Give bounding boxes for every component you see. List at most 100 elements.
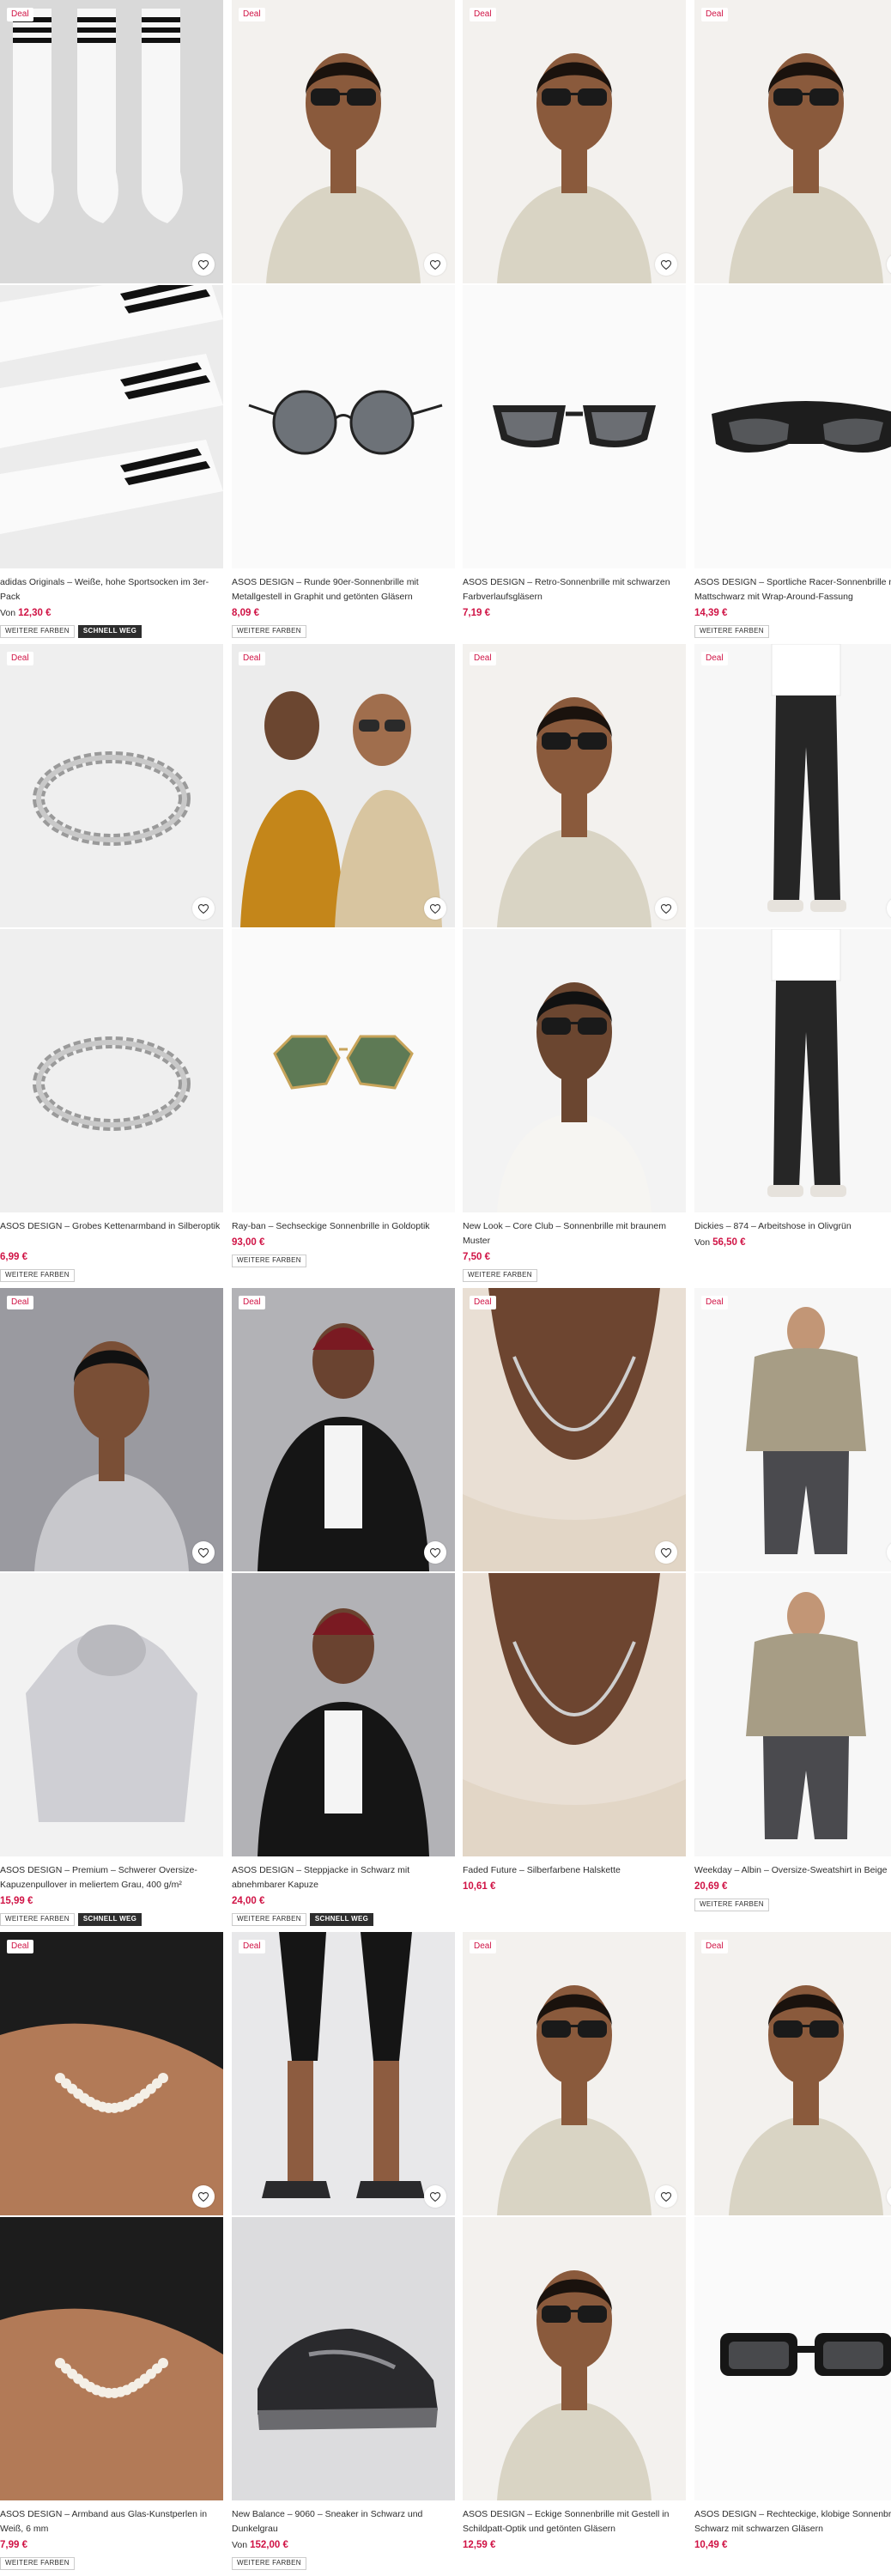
price-value: 12,59 €	[463, 2540, 496, 2550]
product-card[interactable]: Deal ASOS DESIGN – Eckige Sonnenbrille mi…	[463, 1932, 686, 2576]
save-for-later-button[interactable]	[655, 897, 677, 920]
necklace-closeup-image[interactable]	[463, 1573, 686, 1856]
product-title[interactable]: ASOS DESIGN – Rechteckige, klobige Sonne…	[694, 2507, 891, 2537]
product-card[interactable]: Deal ASOS DESIGN – Grobes Kettenarmband i…	[0, 644, 223, 1288]
hoodie-model-image[interactable]: Deal	[0, 1288, 223, 1571]
model-sunglasses-image[interactable]: Deal	[232, 0, 455, 283]
price-value: 10,49 €	[694, 2540, 728, 2550]
price-value: 8,09 €	[232, 608, 259, 618]
retro-sunglasses-image[interactable]	[463, 285, 686, 568]
model-sunglasses-image[interactable]: Deal	[463, 644, 686, 927]
product-title[interactable]: Weekday – Albin – Oversize-Sweatshirt in…	[694, 1863, 891, 1878]
product-title[interactable]: ASOS DESIGN – Premium – Schwerer Oversiz…	[0, 1863, 223, 1893]
heart-icon	[660, 2191, 672, 2202]
selling-fast-badge: SCHNELL WEG	[309, 1913, 374, 1926]
save-for-later-button[interactable]	[655, 1541, 677, 1564]
product-title[interactable]: ASOS DESIGN – Armband aus Glas-Kunstperl…	[0, 2507, 223, 2537]
price-value: 56,50 €	[712, 1237, 746, 1248]
model-sunglasses-image[interactable]: Deal	[463, 0, 686, 283]
price-row: 15,99 €	[0, 1896, 33, 1906]
necklace-closeup-image[interactable]: Deal	[463, 1288, 686, 1571]
bracelet-product-image[interactable]	[0, 929, 223, 1212]
product-tags: WEITERE FARBEN	[232, 2557, 306, 2570]
model-sunglasses-image[interactable]: Deal	[694, 1932, 891, 2215]
product-card[interactable]: Deal ASOS DESIGN – Premium – Schwerer Ove…	[0, 1288, 223, 1932]
product-title[interactable]: ASOS DESIGN – Eckige Sonnenbrille mit Ge…	[463, 2507, 686, 2537]
product-card[interactable]: Deal ASOS DESIGN – Armband aus Glas-Kunst…	[0, 1932, 223, 2576]
heart-icon	[660, 903, 672, 914]
deal-badge: Deal	[470, 1940, 496, 1953]
round-sunglasses-image[interactable]	[232, 285, 455, 568]
product-card[interactable]: Deal ASOS DESIGN – Rechteckige, klobige S…	[694, 1932, 891, 2576]
deal-badge: Deal	[470, 1296, 496, 1309]
trousers-model-image[interactable]: Deal	[694, 644, 891, 927]
jacket-model-image[interactable]: Deal	[232, 1288, 455, 1571]
deal-badge: Deal	[701, 652, 728, 665]
price-row: 93,00 €	[232, 1237, 264, 1248]
model-sunglasses-image[interactable]: Deal	[463, 1932, 686, 2215]
deal-badge: Deal	[701, 1940, 728, 1953]
product-card[interactable]: Deal ASOS DESIGN – Runde 90er-Sonnenbrill…	[232, 0, 455, 644]
product-card[interactable]: Deal adidas Originals – Weiße, hohe Sport…	[0, 0, 223, 644]
product-title[interactable]: Faded Future – Silberfarbene Halskette	[463, 1863, 686, 1878]
product-card[interactable]: Deal ASOS DESIGN – Retro-Sonnenbrille mit…	[463, 0, 686, 644]
sneaker-model-image[interactable]: Deal	[232, 1932, 455, 2215]
sweatshirt-model-image[interactable]	[694, 1573, 891, 1856]
heart-icon	[197, 259, 209, 270]
model-sunglasses-image[interactable]: Deal	[694, 0, 891, 283]
socks-flatlay-image[interactable]	[0, 285, 223, 568]
bracelet-product-image[interactable]: Deal	[0, 644, 223, 927]
more-colors-badge: WEITERE FARBEN	[694, 1899, 769, 1911]
save-for-later-button[interactable]	[655, 2185, 677, 2208]
product-card[interactable]: Deal New Balance – 9060 – Sneaker in Schw…	[232, 1932, 455, 2576]
more-colors-badge: WEITERE FARBEN	[0, 1913, 75, 1926]
price-value: 6,99 €	[0, 1252, 27, 1262]
product-title[interactable]: adidas Originals – Weiße, hohe Sportsock…	[0, 575, 223, 605]
model-shirt-image[interactable]	[463, 929, 686, 1212]
sweatshirt-model-image[interactable]: Deal	[694, 1288, 891, 1571]
product-card[interactable]: Deal ASOS DESIGN – Sportliche Racer-Sonne…	[694, 0, 891, 644]
product-title[interactable]: ASOS DESIGN – Steppjacke in Schwarz mit …	[232, 1863, 455, 1893]
product-card[interactable]: Deal Ray-ban – Sechseckige Sonnenbrille i…	[232, 644, 455, 1288]
product-tags: WEITERE FARBEN SCHNELL WEG	[232, 1913, 374, 1926]
save-for-later-button[interactable]	[424, 1541, 446, 1564]
product-title[interactable]: ASOS DESIGN – Grobes Kettenarmband in Si…	[0, 1219, 223, 1234]
save-for-later-button[interactable]	[424, 897, 446, 920]
product-card[interactable]: Deal Weekday – Albin – Oversize-Sweatshir…	[694, 1288, 891, 1932]
sneaker-product-image[interactable]	[232, 2217, 455, 2500]
deal-badge: Deal	[7, 1296, 33, 1309]
save-for-later-button[interactable]	[424, 2185, 446, 2208]
jacket-model-image[interactable]	[232, 1573, 455, 1856]
product-title[interactable]: ASOS DESIGN – Sportliche Racer-Sonnenbri…	[694, 575, 891, 605]
trousers-model-image[interactable]	[694, 929, 891, 1212]
product-title[interactable]: ASOS DESIGN – Retro-Sonnenbrille mit sch…	[463, 575, 686, 605]
pearl-bracelet-image[interactable]	[0, 2217, 223, 2500]
product-card[interactable]: Deal Faded Future – Silberfarbene Halsket…	[463, 1288, 686, 1932]
product-title[interactable]: Ray-ban – Sechseckige Sonnenbrille in Go…	[232, 1219, 455, 1234]
product-title[interactable]: New Balance – 9060 – Sneaker in Schwarz …	[232, 2507, 455, 2537]
more-colors-badge: WEITERE FARBEN	[694, 625, 769, 638]
product-card[interactable]: Deal ASOS DESIGN – Steppjacke in Schwarz …	[232, 1288, 455, 1932]
price-row: 14,39 €	[694, 608, 727, 618]
model-sunglasses-image[interactable]	[463, 2217, 686, 2500]
more-colors-badge: WEITERE FARBEN	[232, 1255, 306, 1267]
product-card[interactable]: Deal Dickies – 874 – Arbeitshose in Olivg…	[694, 644, 891, 1288]
product-title[interactable]: New Look – Core Club – Sonnenbrille mit …	[463, 1219, 686, 1249]
socks-product-image[interactable]: Deal	[0, 0, 223, 283]
racer-sunglasses-image[interactable]	[694, 285, 891, 568]
save-for-later-button[interactable]	[192, 2185, 215, 2208]
product-title[interactable]: Dickies – 874 – Arbeitshose in Olivgrün	[694, 1219, 891, 1234]
product-title[interactable]: ASOS DESIGN – Runde 90er-Sonnenbrille mi…	[232, 575, 455, 605]
save-for-later-button[interactable]	[192, 897, 215, 920]
couple-sunglasses-image[interactable]: Deal	[232, 644, 455, 927]
save-for-later-button[interactable]	[192, 253, 215, 276]
product-card[interactable]: Deal New Look – Core Club – Sonnenbrille …	[463, 644, 686, 1288]
save-for-later-button[interactable]	[424, 253, 446, 276]
hexagonal-sunglasses-image[interactable]	[232, 929, 455, 1212]
price-row: 7,50 €	[463, 1252, 490, 1262]
pearl-bracelet-image[interactable]: Deal	[0, 1932, 223, 2215]
hoodie-product-image[interactable]	[0, 1573, 223, 1856]
save-for-later-button[interactable]	[655, 253, 677, 276]
rectangle-sunglasses-image[interactable]	[694, 2217, 891, 2500]
save-for-later-button[interactable]	[192, 1541, 215, 1564]
